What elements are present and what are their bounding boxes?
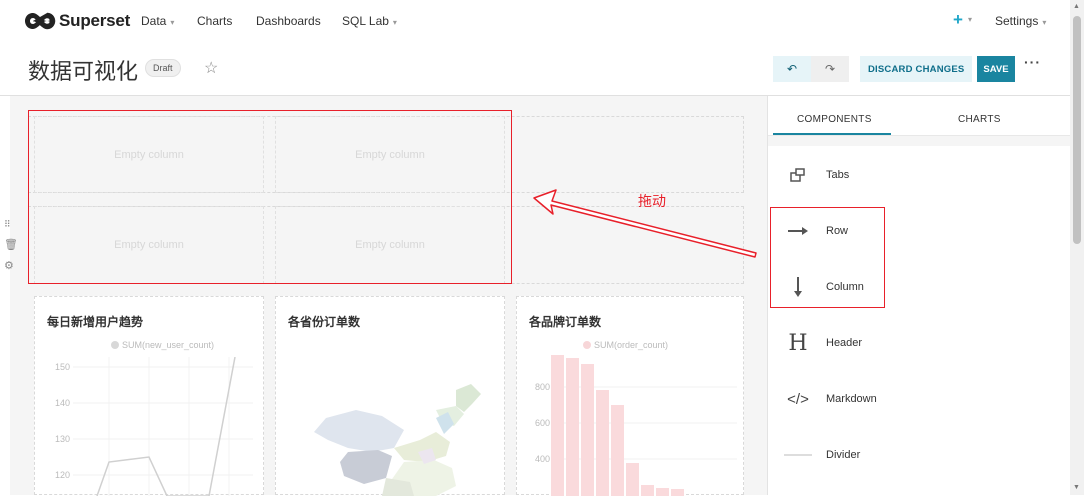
chart-card-user-trend[interactable]: 每日新增用户趋势 SUM(new_user_count) 150 140 130…	[34, 296, 264, 496]
component-markdown[interactable]: </> Markdown	[768, 371, 1071, 427]
y-tick-label: 400	[535, 454, 551, 464]
y-tick-label: 130	[55, 434, 71, 444]
nav-charts-link[interactable]: Charts	[197, 14, 232, 28]
y-tick-label: 120	[55, 470, 71, 480]
code-icon: </>	[787, 390, 809, 408]
undo-icon: ↶	[786, 62, 798, 76]
scroll-down-icon[interactable]: ▼	[1073, 484, 1080, 491]
superset-logo-icon	[25, 12, 56, 30]
y-tick-label: 800	[535, 382, 551, 392]
header-icon: H	[788, 330, 808, 356]
drag-handle-icon[interactable]: ⠿	[4, 214, 18, 235]
scroll-thumb[interactable]	[1073, 16, 1081, 244]
chevron-down-icon: ▾	[1042, 18, 1047, 27]
undo-button[interactable]: ↶	[773, 56, 811, 82]
annotation-highlight-box	[770, 207, 885, 308]
component-label: Divider	[826, 449, 861, 461]
chart-title: 各省份订单数	[288, 315, 361, 329]
chart-card-province-orders[interactable]: 各省份订单数	[275, 296, 505, 496]
legend-dot-icon	[111, 341, 119, 349]
page-scrollbar[interactable]: ▲ ▼	[1070, 0, 1084, 495]
component-header[interactable]: H Header	[768, 315, 1071, 371]
dashboard-header: 数据可视化 Draft ☆ ↶ ↷ DISCARD CHANGES SAVE ·…	[0, 44, 1070, 96]
save-button[interactable]: SAVE	[977, 56, 1015, 82]
trash-icon[interactable]: 🗑	[4, 235, 18, 256]
chart-legend: SUM(order_count)	[583, 340, 668, 350]
row-handles: ⠿ 🗑 ⚙	[4, 214, 18, 277]
nav-sqllab-menu[interactable]: SQL Lab ▾	[342, 14, 397, 28]
chart-card-brand-orders[interactable]: 各品牌订单数 SUM(order_count) 800 600 400	[516, 296, 744, 496]
scroll-up-icon[interactable]: ▲	[1073, 3, 1080, 10]
component-label: Header	[826, 337, 863, 349]
bar-chart-plot	[551, 355, 737, 496]
component-label: Markdown	[826, 393, 877, 405]
more-options-icon[interactable]: ···	[1024, 54, 1041, 70]
settings-menu[interactable]: Settings ▾	[995, 14, 1046, 28]
legend-dot-icon	[583, 341, 591, 349]
china-map-plot	[314, 384, 481, 496]
chart-title: 各品牌订单数	[529, 315, 602, 329]
new-plus-button[interactable]: +	[953, 10, 963, 30]
favorite-star-icon[interactable]: ☆	[204, 58, 218, 78]
dashboard-title[interactable]: 数据可视化	[28, 54, 138, 86]
discard-changes-button[interactable]: DISCARD CHANGES	[860, 56, 973, 82]
panel-gap	[768, 136, 1071, 146]
nav-data-menu[interactable]: Data ▾	[141, 14, 174, 28]
redo-icon: ↷	[824, 62, 836, 76]
y-tick-label: 150	[55, 362, 71, 372]
component-tabs[interactable]: Tabs	[768, 147, 1071, 203]
annotation-highlight-box	[28, 110, 512, 284]
tab-charts[interactable]: CHARTS	[958, 114, 1001, 125]
component-label: Tabs	[826, 169, 850, 181]
drag-annotation-label: 拖动	[638, 194, 666, 210]
chevron-down-icon: ▾	[968, 15, 973, 24]
gear-icon[interactable]: ⚙	[4, 256, 18, 277]
redo-button[interactable]: ↷	[811, 56, 849, 82]
superset-logo[interactable]: Superset	[24, 10, 130, 32]
component-divider[interactable]: Divider	[768, 427, 1071, 483]
legend-label: SUM(order_count)	[594, 340, 669, 350]
chevron-down-icon: ▾	[392, 18, 397, 27]
chart-legend: SUM(new_user_count)	[111, 340, 214, 350]
brand-name: Superset	[59, 11, 131, 30]
divider-icon	[783, 453, 813, 457]
tabs-icon	[783, 168, 813, 182]
nav-sqllab-label: SQL Lab	[342, 14, 389, 28]
y-tick-label: 140	[55, 398, 71, 408]
legend-label: SUM(new_user_count)	[122, 340, 215, 350]
nav-dashboards-link[interactable]: Dashboards	[256, 14, 321, 28]
draft-badge: Draft	[145, 59, 181, 77]
nav-data-label: Data	[141, 14, 167, 28]
line-chart-plot	[73, 357, 253, 496]
y-tick-label: 600	[535, 418, 551, 428]
chevron-down-icon: ▾	[170, 18, 175, 27]
chart-title: 每日新增用户趋势	[47, 315, 144, 329]
top-navbar: Superset Data ▾ Charts Dashboards SQL Lab…	[0, 0, 1070, 44]
tab-components[interactable]: COMPONENTS	[797, 114, 872, 125]
settings-label: Settings	[995, 14, 1039, 28]
nav-dashboards-label: Dashboards	[256, 14, 321, 28]
nav-charts-label: Charts	[197, 14, 233, 28]
